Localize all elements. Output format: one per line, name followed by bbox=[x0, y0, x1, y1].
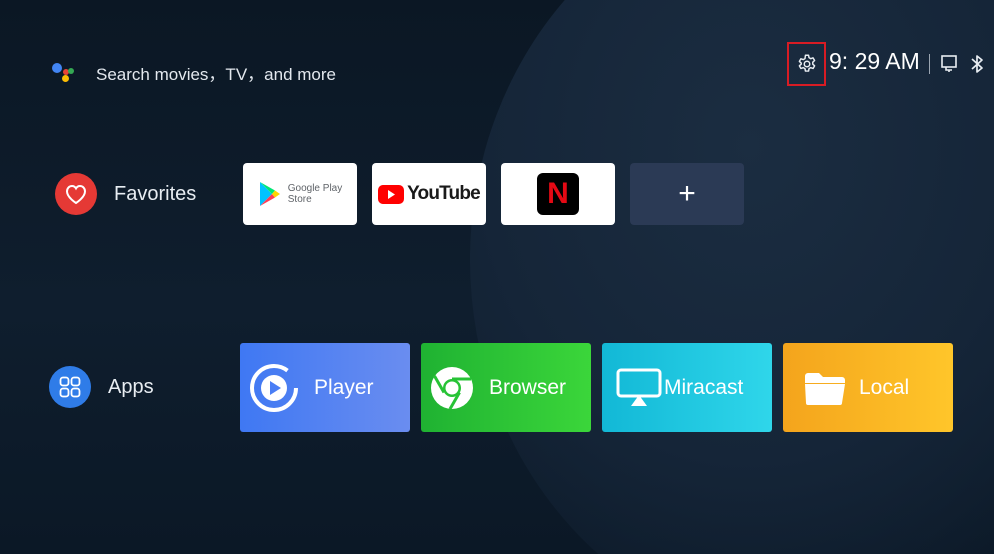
search-placeholder[interactable]: Search movies，TV，and more bbox=[96, 60, 336, 85]
local-label: Local bbox=[859, 375, 910, 399]
favorites-row-header: Favorites bbox=[55, 173, 196, 215]
gear-icon bbox=[798, 54, 815, 72]
browser-label: Browser bbox=[489, 375, 567, 399]
search-bar[interactable]: Search movies，TV，and more bbox=[50, 58, 336, 86]
miracast-app-tile[interactable]: Miracast bbox=[602, 343, 772, 432]
apps-grid-icon bbox=[49, 366, 91, 408]
youtube-wordmark: YouTube bbox=[407, 183, 481, 204]
tv-input-icon[interactable] bbox=[940, 54, 958, 79]
player-icon bbox=[250, 363, 298, 412]
browser-app-tile[interactable]: Browser bbox=[421, 343, 591, 432]
chrome-icon bbox=[431, 366, 473, 410]
google-assistant-icon[interactable] bbox=[50, 59, 76, 85]
apps-row-header: Apps bbox=[49, 366, 154, 408]
google-play-icon bbox=[259, 182, 280, 206]
youtube-icon bbox=[378, 184, 405, 204]
google-play-label: Google Play Store bbox=[287, 183, 343, 205]
settings-button[interactable] bbox=[787, 42, 826, 86]
youtube-tile[interactable]: YouTube bbox=[372, 163, 486, 225]
netflix-tile[interactable]: N bbox=[501, 163, 615, 225]
clock: 9: 29 AM bbox=[829, 48, 920, 74]
apps-label: Apps bbox=[108, 375, 154, 398]
google-play-store-tile[interactable]: Google Play Store bbox=[243, 163, 357, 225]
local-app-tile[interactable]: Local bbox=[783, 343, 953, 432]
heart-icon bbox=[55, 173, 97, 215]
tv-home-screen: Search movies，TV，and more 9: 29 AM Favor… bbox=[0, 0, 994, 554]
bluetooth-icon[interactable] bbox=[969, 52, 985, 81]
folder-icon bbox=[805, 372, 845, 405]
add-favorite-tile[interactable]: + bbox=[630, 163, 744, 225]
status-divider bbox=[929, 54, 930, 74]
plus-icon: + bbox=[678, 177, 696, 210]
miracast-icon bbox=[616, 368, 662, 406]
favorites-label: Favorites bbox=[114, 182, 197, 205]
miracast-label: Miracast bbox=[664, 375, 744, 399]
player-label: Player bbox=[314, 375, 374, 399]
netflix-icon: N bbox=[537, 173, 579, 215]
player-app-tile[interactable]: Player bbox=[240, 343, 410, 432]
